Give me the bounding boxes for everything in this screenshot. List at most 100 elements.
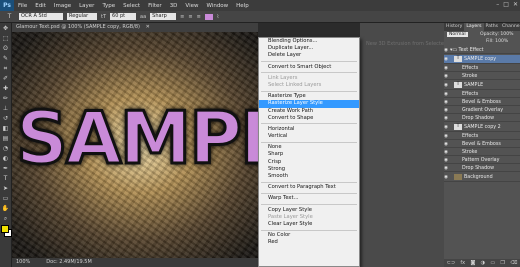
context-item-red[interactable]: Red: [259, 239, 359, 246]
align-left-icon[interactable]: ≡: [180, 14, 184, 20]
font-family-select[interactable]: OCR A Std: [19, 13, 63, 20]
layer-effect-row[interactable]: ◉ Drop Shadow: [444, 165, 520, 172]
context-item-rasterize-layer-style[interactable]: Rasterize Layer Style: [259, 100, 359, 108]
mask-icon[interactable]: ◙: [470, 259, 475, 267]
eye-icon[interactable]: ◉: [444, 91, 450, 98]
type-tool-icon[interactable]: T: [1, 174, 10, 183]
eye-icon[interactable]: ◉: [444, 149, 450, 156]
eye-icon[interactable]: ◉: [444, 173, 450, 182]
lasso-tool-icon[interactable]: ʘ: [1, 44, 10, 53]
new-layer-icon[interactable]: ❐: [500, 259, 504, 267]
path-select-tool-icon[interactable]: ➤: [1, 184, 10, 193]
layer-row[interactable]: ◉ T SAMPLE copy: [444, 55, 520, 64]
tab-history[interactable]: History: [444, 23, 464, 31]
context-item-warp-text[interactable]: Warp Text...: [259, 195, 359, 202]
close-button[interactable]: ✕: [513, 1, 518, 8]
menu-image[interactable]: Image: [50, 3, 75, 9]
color-swatches[interactable]: [0, 224, 12, 237]
marquee-tool-icon[interactable]: ⬚: [1, 34, 10, 43]
layer-effect-row[interactable]: ◉ Bevel & Emboss: [444, 141, 520, 148]
layer-row[interactable]: ◉ T SAMPLE copy 2: [444, 123, 520, 132]
eye-icon[interactable]: ◉: [444, 133, 450, 140]
opacity-field[interactable]: 100%: [500, 32, 513, 37]
foreground-color-swatch[interactable]: [1, 225, 9, 233]
brush-tool-icon[interactable]: ✏: [1, 94, 10, 103]
blur-tool-icon[interactable]: ◔: [1, 144, 10, 153]
eraser-tool-icon[interactable]: ◧: [1, 124, 10, 133]
layer-effect-row[interactable]: ◉ Stroke: [444, 149, 520, 156]
type-tool-icon[interactable]: T: [5, 12, 14, 21]
context-item-vertical[interactable]: Vertical: [259, 133, 359, 140]
eye-icon[interactable]: ◉: [444, 99, 450, 106]
crop-tool-icon[interactable]: ⌗: [1, 64, 10, 73]
context-item-crisp[interactable]: Crisp: [259, 159, 359, 166]
folder-icon[interactable]: ▭: [490, 259, 495, 267]
menu-edit[interactable]: Edit: [31, 3, 50, 9]
context-item-no-color[interactable]: No Color: [259, 232, 359, 239]
anti-alias-select[interactable]: Sharp: [150, 13, 177, 20]
fx-icon[interactable]: fx: [460, 259, 465, 267]
trash-icon[interactable]: ⌫: [510, 259, 517, 267]
context-item-sharp[interactable]: Sharp: [259, 151, 359, 158]
link-icon[interactable]: ⊂⊃: [447, 259, 455, 267]
font-size-field[interactable]: 60 pt: [110, 13, 137, 20]
context-item-strong[interactable]: Strong: [259, 166, 359, 173]
layer-row[interactable]: ◉ ▾▭ Text Effect: [444, 47, 520, 54]
shape-tool-icon[interactable]: ▭: [1, 194, 10, 203]
eyedropper-tool-icon[interactable]: ✐: [1, 74, 10, 83]
eye-icon[interactable]: ◉: [444, 81, 450, 90]
eye-icon[interactable]: ◉: [444, 107, 450, 114]
context-item-delete-layer[interactable]: Delete Layer: [259, 52, 359, 59]
dodge-tool-icon[interactable]: ◐: [1, 154, 10, 163]
context-item-none[interactable]: None: [259, 144, 359, 151]
eye-icon[interactable]: ◉: [444, 157, 450, 164]
hand-tool-icon[interactable]: ✋: [1, 204, 10, 213]
text-color-swatch[interactable]: [204, 13, 213, 20]
tab-layers[interactable]: Layers: [464, 23, 484, 31]
maximize-button[interactable]: □: [503, 1, 509, 8]
layer-row[interactable]: ◉ Background: [444, 173, 520, 182]
stamp-tool-icon[interactable]: ⊥: [1, 104, 10, 113]
layer-effect-row[interactable]: ◉ Gradient Overlay: [444, 107, 520, 114]
align-center-icon[interactable]: ≡: [188, 14, 192, 20]
menu-window[interactable]: Window: [202, 3, 232, 9]
context-item-convert-to-smart-object[interactable]: Convert to Smart Object: [259, 64, 359, 71]
move-tool-icon[interactable]: ✥: [1, 24, 10, 33]
eye-icon[interactable]: ◉: [444, 115, 450, 122]
eye-icon[interactable]: ◉: [444, 141, 450, 148]
context-item-clear-layer-style[interactable]: Clear Layer Style: [259, 221, 359, 228]
adjust-icon[interactable]: ◑: [481, 259, 485, 267]
menu-select[interactable]: Select: [119, 3, 144, 9]
eye-icon[interactable]: ◉: [444, 123, 450, 132]
font-style-select[interactable]: Regular: [67, 13, 97, 20]
layer-effect-row[interactable]: ◉ Effects: [444, 133, 520, 140]
layer-effect-row[interactable]: ◉ Drop Shadow: [444, 115, 520, 122]
layer-effect-row[interactable]: ◉ Stroke: [444, 73, 520, 80]
menu-help[interactable]: Help: [232, 3, 253, 9]
healing-tool-icon[interactable]: ✚: [1, 84, 10, 93]
tab-paths[interactable]: Paths: [484, 23, 501, 31]
menu-type[interactable]: Type: [98, 3, 119, 9]
history-brush-icon[interactable]: ↺: [1, 114, 10, 123]
zoom-level[interactable]: 100%: [16, 258, 30, 267]
layer-row[interactable]: ◉ T SAMPLE: [444, 81, 520, 90]
align-right-icon[interactable]: ≡: [197, 14, 201, 20]
layer-effect-row[interactable]: ◉ Effects: [444, 91, 520, 98]
menu-3d[interactable]: 3D: [166, 3, 182, 9]
context-item-create-work-path[interactable]: Create Work Path: [259, 108, 359, 115]
pen-tool-icon[interactable]: ✒: [1, 164, 10, 173]
layer-effect-row[interactable]: ◉ Pattern Overlay: [444, 157, 520, 164]
tab-channels[interactable]: Channels: [500, 23, 520, 31]
menu-layer[interactable]: Layer: [75, 3, 98, 9]
document-canvas[interactable]: SAMPLE: [12, 32, 258, 258]
warp-text-icon[interactable]: ⌇: [217, 14, 219, 20]
context-item-convert-to-shape[interactable]: Convert to Shape: [259, 115, 359, 122]
context-item-duplicate-layer[interactable]: Duplicate Layer...: [259, 45, 359, 52]
eye-icon[interactable]: ◉: [444, 65, 450, 72]
quick-select-tool-icon[interactable]: ✎: [1, 54, 10, 63]
document-tab[interactable]: Glamour Text.psd @ 100% (SAMPLE copy, RG…: [12, 23, 258, 32]
eye-icon[interactable]: ◉: [444, 55, 450, 64]
menu-filter[interactable]: Filter: [144, 3, 166, 9]
eye-icon[interactable]: ◉: [444, 73, 450, 80]
context-item-copy-layer-style[interactable]: Copy Layer Style: [259, 207, 359, 214]
